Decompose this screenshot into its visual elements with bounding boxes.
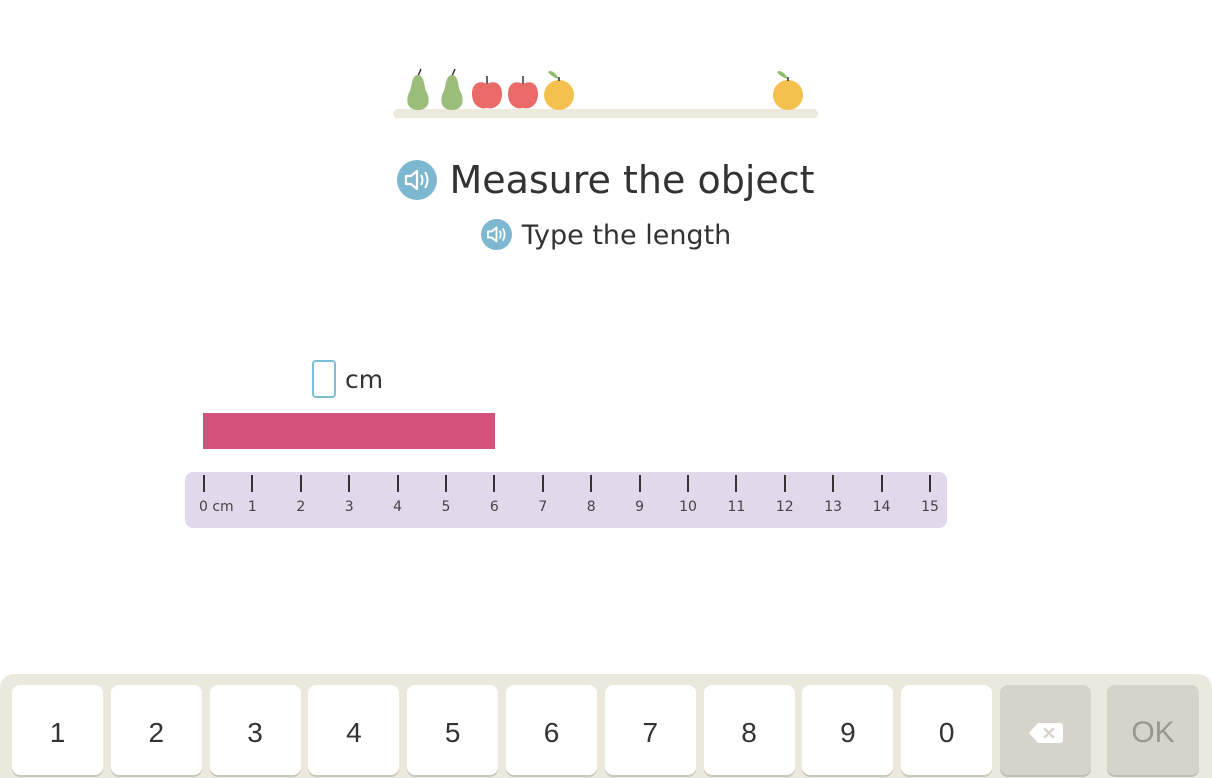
- ruler-tick: [299, 475, 302, 492]
- ruler-label: 3: [344, 499, 354, 515]
- answer-unit: cm: [345, 364, 384, 394]
- ruler-label: 12: [775, 499, 794, 515]
- number-keypad: OK 1234567890: [0, 674, 1212, 778]
- ruler-label: 9: [635, 499, 645, 515]
- pear-icon: [441, 68, 463, 110]
- answer-input[interactable]: [312, 360, 336, 398]
- goal-orange-icon: [773, 71, 803, 110]
- measured-object: [203, 413, 495, 449]
- ruler-tick: [638, 475, 641, 492]
- ruler-tick: [735, 475, 738, 492]
- key-3[interactable]: 3: [209, 685, 301, 775]
- ruler-tick: [541, 475, 544, 492]
- instruction-sub-text: Type the length: [521, 220, 732, 251]
- ruler: 0 cm 1 2 3 4 5 6 7 8 9 10 11 12 13 14 15: [185, 472, 947, 528]
- ruler-tick: [687, 475, 689, 492]
- ok-button[interactable]: OK: [1107, 685, 1199, 775]
- key-8[interactable]: 8: [703, 685, 795, 775]
- key-5[interactable]: 5: [407, 685, 499, 775]
- ruler-tick: [590, 475, 593, 492]
- backspace-icon: [1028, 723, 1063, 743]
- ruler-label: 7: [538, 499, 548, 515]
- key-2[interactable]: 2: [110, 685, 202, 775]
- progress-shelf: [393, 64, 818, 120]
- ruler-tick: [251, 475, 254, 492]
- key-1[interactable]: 1: [12, 685, 103, 775]
- speaker-icon[interactable]: [480, 219, 512, 250]
- ruler-label: 2: [296, 499, 306, 515]
- ruler-label: 11: [727, 499, 746, 515]
- ruler-tick: [929, 475, 931, 492]
- instruction-main: Measure the object: [0, 158, 1212, 203]
- ruler-label: 5: [441, 499, 451, 515]
- backspace-button[interactable]: [1000, 685, 1091, 775]
- ruler-label: 15: [921, 499, 939, 515]
- ruler-label: 4: [393, 499, 403, 515]
- instruction-sub: Type the length: [0, 219, 1212, 252]
- ruler-label: 1: [247, 499, 257, 515]
- ruler-label: 6: [489, 499, 499, 515]
- instruction-main-text: Measure the object: [449, 158, 815, 202]
- ruler-tick: [493, 475, 496, 492]
- ruler-tick: [783, 475, 786, 492]
- ruler-label: 13: [824, 499, 843, 515]
- ruler-label: 14: [872, 499, 891, 515]
- key-9[interactable]: 9: [802, 685, 894, 775]
- key-0[interactable]: 0: [901, 685, 993, 775]
- ruler-tick: [396, 475, 399, 492]
- key-7[interactable]: 7: [604, 685, 696, 775]
- ruler-label: 0 cm: [199, 499, 234, 515]
- speaker-icon[interactable]: [397, 159, 438, 200]
- orange-icon: [544, 71, 574, 110]
- answer-area: cm: [312, 358, 383, 400]
- apple-icon: [472, 76, 502, 109]
- key-6[interactable]: 6: [506, 685, 597, 775]
- apple-icon: [508, 76, 538, 109]
- pear-icon: [407, 68, 429, 110]
- ruler-label: 8: [586, 499, 596, 515]
- ruler-tick: [203, 475, 205, 492]
- ruler-tick: [832, 475, 835, 492]
- ruler-tick: [445, 475, 447, 492]
- key-4[interactable]: 4: [308, 685, 400, 775]
- ruler-label: 10: [679, 499, 697, 515]
- ruler-tick: [880, 475, 883, 492]
- ruler-tick: [348, 475, 351, 492]
